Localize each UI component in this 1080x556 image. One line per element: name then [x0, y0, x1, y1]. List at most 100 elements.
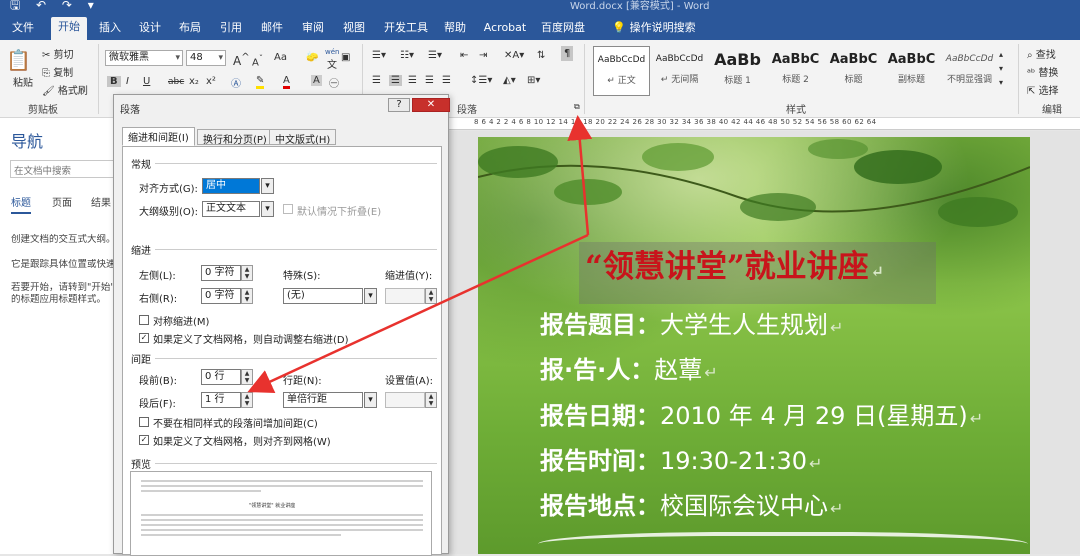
bullets-icon[interactable]: ☰▾ [372, 50, 386, 61]
underline-button[interactable]: U [143, 76, 150, 87]
style-subtle-emphasis[interactable]: AaBbCcDd 不明显强调 [941, 46, 998, 96]
sort-icon[interactable]: ⇅ [537, 50, 545, 61]
tab-indents-spacing[interactable]: 缩进和间距(I) [122, 127, 195, 146]
tab-layout[interactable]: 布局 [176, 18, 204, 40]
spinner-icon[interactable]: ▲ ▼ [425, 288, 437, 304]
subscript-button[interactable]: x₂ [189, 76, 199, 87]
style-title[interactable]: AaBbC 标题 [825, 46, 882, 96]
style-normal[interactable]: AaBbCcDd ↵ 正文 [593, 46, 650, 96]
format-painter-button[interactable]: 🖌 格式刷 [42, 82, 88, 97]
borders-icon[interactable]: ⊞▾ [527, 75, 540, 86]
tab-line-page-breaks[interactable]: 换行和分页(P) [197, 129, 273, 146]
copy-button[interactable]: ⎘ 复制 [42, 64, 73, 79]
grow-font-icon[interactable]: A^ [233, 52, 250, 68]
strikethrough-button[interactable]: abc [168, 77, 184, 87]
show-marks-icon[interactable]: ¶ [561, 46, 574, 61]
align-left-icon[interactable]: ☰ [372, 75, 381, 86]
enclose-char-icon[interactable]: ㊀ [329, 75, 339, 90]
align-center-icon[interactable]: ☰ [389, 75, 402, 86]
style-subtitle[interactable]: AaBbC 副标题 [883, 46, 940, 96]
paste-button[interactable]: 粘贴 [13, 74, 33, 89]
superscript-button[interactable]: x² [206, 76, 216, 87]
chevron-down-icon[interactable]: ▾ [364, 288, 377, 304]
tab-asian-typography[interactable]: 中文版式(H) [269, 129, 337, 146]
replace-button[interactable]: ᵃᵇ 替换 [1027, 64, 1058, 79]
distributed-icon[interactable]: ☰ [442, 75, 451, 86]
justify-icon[interactable]: ☰ [425, 75, 434, 86]
nav-search-input[interactable]: 在文档中搜索 [10, 160, 125, 178]
indent-by-input[interactable] [385, 288, 425, 304]
tab-home[interactable]: 开始 [51, 17, 87, 40]
style-no-spacing[interactable]: AaBbCcDd ↵ 无间隔 [651, 46, 708, 96]
numbering-icon[interactable]: ☷▾ [400, 50, 414, 61]
highlight-color-button[interactable]: ✎ [256, 75, 265, 89]
doc-line-speaker[interactable]: 报·告·人：赵蕈 ↵ [540, 350, 718, 385]
horizontal-ruler[interactable]: 8 6 4 2 2 4 6 8 10 12 14 16 18 20 22 24 … [448, 118, 1080, 130]
doc-line-date[interactable]: 报告日期：2010 年 4 月 29 日(星期五) ↵ [540, 396, 983, 431]
tab-design[interactable]: 设计 [136, 18, 164, 40]
tab-insert[interactable]: 插入 [96, 18, 124, 40]
clear-format-icon[interactable]: 🧽 [306, 52, 318, 63]
chevron-down-icon[interactable]: ▾ [261, 178, 274, 194]
phonetic-char[interactable]: 文 [327, 56, 337, 71]
multilevel-list-icon[interactable]: ☰▾ [428, 50, 442, 61]
phonetic-guide-icon[interactable]: wén [325, 48, 339, 56]
mirror-indent-checkbox[interactable] [139, 315, 149, 325]
doc-line-venue[interactable]: 报告地点：校国际会议中心 ↵ [540, 486, 843, 521]
space-before-input[interactable]: 0 行 [201, 369, 241, 385]
document-page[interactable]: “领慧讲堂”就业讲座 ↵ 报告题目：大学生人生规划 ↵ 报·告·人：赵蕈 ↵ 报告日期… [478, 137, 1030, 554]
tab-references[interactable]: 引用 [217, 18, 245, 40]
tab-developer[interactable]: 开发工具 [381, 18, 431, 40]
nav-tab-headings[interactable]: 标题 [11, 194, 31, 214]
doc-line-topic[interactable]: 报告题目：大学生人生规划 ↵ [540, 305, 843, 340]
align-right-icon[interactable]: ☰ [408, 75, 417, 86]
outline-level-select[interactable]: 正文文本 [202, 201, 260, 217]
at-input[interactable] [385, 392, 425, 408]
style-heading2[interactable]: AaBbC 标题 2 [767, 46, 824, 96]
font-size-combo[interactable]: 48 [186, 50, 226, 66]
indent-left-input[interactable]: 0 字符 [201, 265, 241, 281]
increase-indent-icon[interactable]: ⇥ [479, 50, 487, 61]
tab-baidu[interactable]: 百度网盘 [541, 18, 585, 40]
cut-button[interactable]: ✂ 剪切 [42, 46, 74, 61]
asian-layout-icon[interactable]: ✕A▾ [504, 50, 524, 61]
nav-tab-results[interactable]: 结果 [91, 194, 111, 209]
font-name-combo[interactable]: 微软雅黑 [105, 50, 183, 66]
chevron-down-icon[interactable]: ▾ [261, 201, 274, 217]
spinner-icon[interactable]: ▲ ▼ [241, 392, 253, 408]
decrease-indent-icon[interactable]: ⇤ [460, 50, 468, 61]
tab-mailings[interactable]: 邮件 [258, 18, 286, 40]
tab-view[interactable]: 视图 [340, 18, 368, 40]
doc-line-time[interactable]: 报告时间：19:30-21:30 ↵ [540, 441, 822, 476]
find-button[interactable]: ⌕ 查找 [1027, 46, 1056, 61]
shading-icon[interactable]: ◭▾ [503, 75, 516, 86]
spinner-icon[interactable]: ▲ ▼ [241, 369, 253, 385]
alignment-select[interactable]: 居中 [202, 178, 260, 194]
document-title[interactable]: “领慧讲堂”就业讲座 ↵ [579, 242, 936, 304]
paste-icon[interactable]: 📋 [6, 48, 31, 72]
nav-tab-pages[interactable]: 页面 [52, 194, 72, 209]
tab-file[interactable]: 文件 [8, 18, 38, 40]
indent-right-input[interactable]: 0 字符 [201, 288, 241, 304]
auto-adjust-indent-checkbox[interactable]: ✓ [139, 333, 149, 343]
style-heading1[interactable]: AaBb 标题 1 [709, 46, 766, 96]
font-color-button[interactable]: A [283, 75, 290, 89]
text-effects-icon[interactable]: Ⓐ [231, 75, 241, 90]
char-shading-button[interactable]: A [311, 75, 322, 86]
help-button[interactable]: ? [388, 98, 410, 112]
tell-me-search[interactable]: 💡 操作说明搜索 [604, 18, 704, 40]
bold-button[interactable]: B [107, 76, 121, 87]
collapse-checkbox[interactable] [283, 204, 293, 214]
tab-review[interactable]: 审阅 [299, 18, 327, 40]
spinner-icon[interactable]: ▲ ▼ [425, 392, 437, 408]
spinner-icon[interactable]: ▲ ▼ [241, 265, 253, 281]
shrink-font-icon[interactable]: Aˇ [252, 53, 263, 68]
chevron-down-icon[interactable]: ▾ [364, 392, 377, 408]
change-case-button[interactable]: Aa [274, 52, 287, 63]
no-space-same-style-checkbox[interactable] [139, 417, 149, 427]
italic-button[interactable]: I [126, 76, 129, 87]
special-select[interactable]: (无) [283, 288, 363, 304]
close-button[interactable]: ✕ [412, 98, 450, 112]
paragraph-launcher-icon[interactable]: ⧉ [574, 102, 580, 112]
spinner-icon[interactable]: ▲ ▼ [241, 288, 253, 304]
